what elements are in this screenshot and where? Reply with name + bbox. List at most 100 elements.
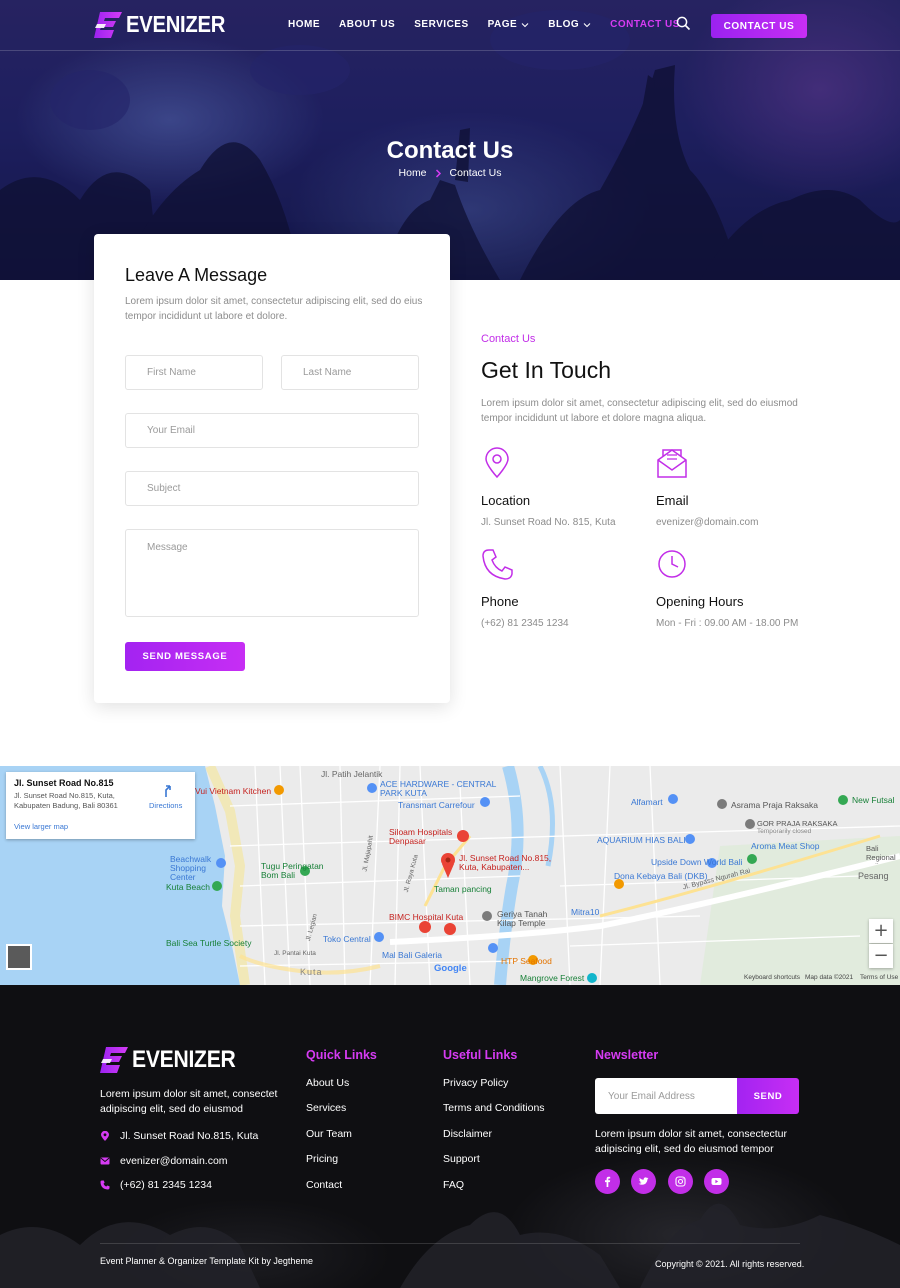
nav-home[interactable]: HOME [288, 19, 320, 30]
nav-contact-us[interactable]: CONTACT US [610, 19, 680, 30]
last-name-input[interactable] [281, 355, 419, 390]
map-label: Aroma Meat Shop [751, 841, 820, 851]
brand-logo[interactable]: EVENIZER [94, 11, 239, 38]
facebook-link[interactable] [595, 1169, 620, 1194]
footer-address: Jl. Sunset Road No.815, Kuta [100, 1130, 258, 1142]
nav-services[interactable]: SERVICES [414, 19, 468, 30]
message-textarea[interactable] [125, 529, 419, 617]
footer-link-services[interactable]: Services [306, 1102, 346, 1114]
info-hours-value: Mon - Fri : 09.00 AM - 18.00 PM [656, 618, 799, 629]
info-email-value: evenizer@domain.com [656, 517, 759, 528]
footer-link-about-us[interactable]: About Us [306, 1077, 349, 1089]
newsletter-email-input[interactable] [595, 1078, 737, 1114]
footer-link-privacy-policy[interactable]: Privacy Policy [443, 1077, 508, 1089]
nav-about-us[interactable]: ABOUT US [339, 19, 395, 30]
newsletter-send-button[interactable]: SEND [737, 1078, 799, 1114]
search-icon[interactable] [676, 16, 691, 31]
footer-divider [100, 1243, 800, 1244]
info-phone-value: (+62) 81 2345 1234 [481, 618, 569, 629]
info-email-label: Email [656, 493, 689, 508]
footer-link-faq[interactable]: FAQ [443, 1179, 464, 1191]
newsletter-description: Lorem ipsum dolor sit amet, consectectur… [595, 1128, 787, 1155]
directions-icon[interactable] [159, 784, 173, 798]
map-label: Temporarily closed [757, 828, 812, 835]
page-title: Contact Us [386, 137, 514, 164]
first-name-input[interactable] [125, 355, 263, 390]
footer-email[interactable]: evenizer@domain.com [100, 1155, 228, 1167]
quick-links-heading: Quick Links [306, 1048, 377, 1062]
nav-home-label: HOME [288, 19, 320, 30]
chevron-right-icon [435, 168, 441, 178]
contact-title: Get In Touch [481, 357, 611, 383]
footer-copyright: Copyright © 2021. All rights reserved. [655, 1259, 805, 1269]
instagram-icon [675, 1176, 686, 1187]
map-label: Mal Bali Galeria [382, 950, 442, 960]
youtube-link[interactable] [704, 1169, 729, 1194]
info-opening-hours: Opening Hours Mon - Fri : 09.00 AM - 18.… [656, 548, 816, 629]
directions-link[interactable]: Directions [149, 801, 182, 810]
map-label: Alfamart [631, 797, 663, 807]
nav-blog[interactable]: BLOG [548, 19, 591, 30]
info-phone: Phone (+62) 81 2345 1234 [481, 548, 641, 629]
twitter-icon [638, 1177, 649, 1185]
footer-link-contact[interactable]: Contact [306, 1179, 342, 1191]
map-label: Bali Regional Police - BKN - D [866, 844, 896, 864]
footer-phone[interactable]: (+62) 81 2345 1234 [100, 1179, 212, 1191]
chevron-down-icon [521, 22, 529, 27]
breadcrumb-home[interactable]: Home [399, 167, 427, 179]
map-terms-link[interactable]: Terms of Use [860, 974, 898, 981]
map-label: Pesang [858, 871, 889, 881]
map-info-address: Jl. Sunset Road No.815, Kuta, Kabupaten … [14, 791, 118, 810]
map-label: Beachwalk Shopping Center [170, 854, 212, 882]
clock-icon [658, 550, 686, 578]
footer-link-support[interactable]: Support [443, 1153, 480, 1165]
map-zoom-in-button[interactable]: + [869, 919, 893, 943]
footer-address-text: Jl. Sunset Road No.815, Kuta [120, 1130, 259, 1142]
map-label: Geriya Tanah Kilap Temple [497, 909, 548, 928]
chevron-down-icon [583, 22, 591, 27]
envelope-icon [100, 1157, 110, 1165]
map-label: Transmart Carrefour [398, 800, 475, 810]
nav-divider [0, 50, 900, 51]
footer-link-disclaimer[interactable]: Disclaimer [443, 1128, 492, 1140]
map-label: Kuta [300, 967, 323, 977]
nav-blog-label: BLOG [548, 19, 580, 30]
message-form-card: Leave A Message Lorem ipsum dolor sit am… [94, 234, 450, 703]
info-hours-label: Opening Hours [656, 594, 744, 609]
info-phone-label: Phone [481, 594, 519, 609]
google-map[interactable]: Jl. Patih Jelantik ACE HARDWARE - CENTRA… [0, 766, 900, 985]
nav-page[interactable]: PAGE [488, 19, 530, 30]
send-message-button[interactable]: SEND MESSAGE [125, 642, 245, 671]
main-nav: HOME ABOUT US SERVICES PAGE BLOG CONTACT… [288, 19, 699, 30]
instagram-link[interactable] [668, 1169, 693, 1194]
map-label: Kuta Beach [166, 882, 210, 892]
subject-input[interactable] [125, 471, 419, 506]
map-label: Vui Vietnam Kitchen [195, 786, 272, 796]
map-label: Tugu Peringatan Bom Bali [261, 861, 324, 880]
map-label: Mitra10 [571, 907, 600, 917]
email-input[interactable] [125, 413, 419, 448]
footer-link-our-team[interactable]: Our Team [306, 1128, 352, 1140]
footer-link-terms[interactable]: Terms and Conditions [443, 1102, 545, 1114]
view-larger-map-link[interactable]: View larger map [14, 822, 68, 831]
map-keyboard-shortcuts[interactable]: Keyboard shortcuts [744, 974, 800, 981]
map-label: Bali Sea Turtle Society [166, 938, 252, 948]
map-label: HTP Seafood [501, 956, 552, 966]
map-label: ACE HARDWARE - CENTRAL PARK KUTA [380, 779, 497, 798]
contact-description: Lorem ipsum dolor sit amet, consectetur … [481, 398, 798, 424]
map-label: AQUARIUM HIAS BALI [597, 835, 686, 845]
map-label: GOR PRAJA RAKSAKA [757, 819, 838, 828]
footer-brand-logo[interactable]: EVENIZER [100, 1046, 250, 1074]
twitter-link[interactable] [631, 1169, 656, 1194]
youtube-icon [711, 1178, 722, 1185]
footer-phone-text: (+62) 81 2345 1234 [120, 1179, 212, 1191]
footer-link-pricing[interactable]: Pricing [306, 1153, 338, 1165]
map-info-card: Jl. Sunset Road No.815 Jl. Sunset Road N… [6, 772, 195, 839]
map-data-attribution: Map data ©2021 [805, 974, 854, 981]
map-zoom-out-button[interactable]: − [869, 944, 893, 968]
phone-icon [100, 1180, 110, 1190]
contact-kicker: Contact Us [481, 333, 536, 345]
street-view-thumbnail[interactable] [6, 944, 32, 970]
contact-us-button[interactable]: CONTACT US [711, 14, 807, 38]
breadcrumb: Home Contact Us [0, 167, 900, 179]
